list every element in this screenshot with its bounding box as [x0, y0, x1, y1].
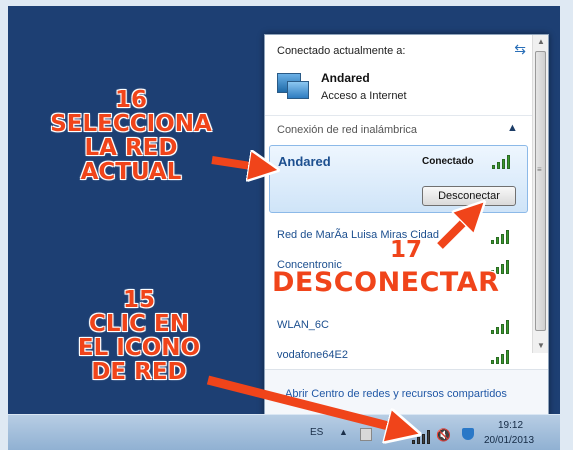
annotation-step-17-text: DESCONECTAR [272, 267, 500, 298]
action-center-icon[interactable] [360, 428, 372, 441]
wifi-signal-icon [491, 229, 513, 244]
language-indicator[interactable]: ES [310, 427, 323, 438]
network-computer-icon [277, 73, 309, 101]
network-item-selected[interactable]: Andared Conectado Desconectar [269, 145, 528, 213]
current-network-name: Andared [321, 71, 370, 85]
wifi-signal-icon [491, 319, 513, 334]
network-item[interactable]: WLAN_6C [265, 311, 532, 341]
network-name: WLAN_6C [277, 319, 329, 331]
taskbar: ES ▲ 🔇 19:12 20/01/2013 [8, 414, 560, 450]
flyout-footer: Abrir Centro de redes y recursos compart… [265, 369, 548, 417]
connected-header: Conectado actualmente a: [277, 45, 406, 57]
scroll-down-icon[interactable]: ▼ [533, 339, 548, 353]
chevron-up-icon[interactable]: ▲ [507, 122, 518, 134]
show-hidden-icons-icon[interactable]: ▲ [339, 427, 348, 437]
clock-date[interactable]: 20/01/2013 [484, 435, 534, 446]
wireless-section-label: Conexión de red inalámbrica [277, 124, 418, 136]
annotation-step-17-number: 17 [390, 237, 423, 263]
disconnect-button[interactable]: Desconectar [422, 186, 516, 206]
selected-network-name: Andared [278, 154, 331, 169]
tray-network-icon[interactable] [412, 429, 434, 444]
scroll-up-icon[interactable]: ▲ [533, 35, 548, 49]
network-list-scrollbar[interactable]: ▲ ≡ ▼ [532, 35, 548, 353]
network-item[interactable]: vodafone64E2 [265, 341, 532, 371]
annotation-step-16: 16 SELECCIONA LA RED ACTUAL [50, 87, 212, 186]
desktop: Conectado actualmente a: ⇆ Andared Acces… [8, 6, 560, 450]
wifi-signal-icon [492, 154, 514, 169]
grip-icon: ≡ [537, 165, 542, 174]
volume-muted-icon[interactable]: 🔇 [436, 428, 451, 442]
clock-time[interactable]: 19:12 [498, 420, 523, 431]
network-name: vodafone64E2 [277, 349, 348, 361]
scrollbar-thumb[interactable] [535, 51, 546, 331]
refresh-icon[interactable]: ⇆ [514, 41, 526, 58]
annotation-step-15: 15 CLIC EN EL ICONO DE RED [77, 287, 201, 386]
selected-network-status: Conectado [422, 156, 474, 167]
security-shield-icon[interactable] [462, 428, 474, 440]
wireless-section-header[interactable]: Conexión de red inalámbrica ▲ [265, 115, 532, 142]
current-network-status: Acceso a Internet [321, 90, 407, 102]
wifi-flyout: Conectado actualmente a: ⇆ Andared Acces… [264, 34, 549, 418]
wifi-signal-icon [491, 349, 513, 364]
network-center-link[interactable]: Abrir Centro de redes y recursos compart… [285, 388, 507, 400]
